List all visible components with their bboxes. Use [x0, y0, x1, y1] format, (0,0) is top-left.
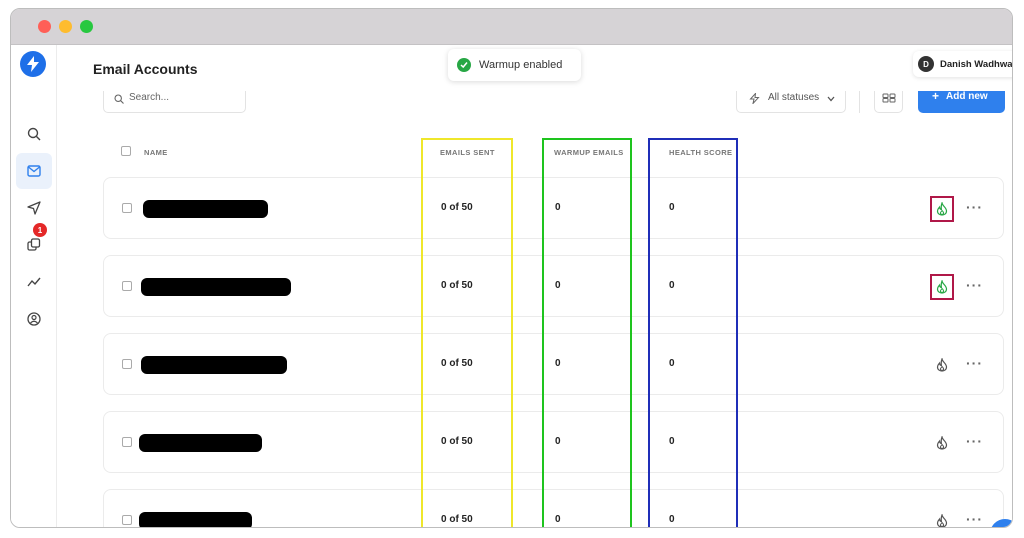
table-header: Name Emails Sent Warmup Emails Health Sc… [58, 141, 1012, 165]
copy-icon [27, 238, 41, 251]
maximize-window-button[interactable] [80, 20, 93, 33]
profile-icon [27, 312, 41, 326]
toast-message: Warmup enabled [479, 59, 563, 71]
toast-notification: Warmup enabled [448, 49, 581, 81]
table-row[interactable]: 0 of 50 0 0 ··· [103, 255, 1004, 317]
redacted-email [143, 200, 268, 218]
health-score-value: 0 [669, 436, 675, 447]
emails-sent-value: 0 of 50 [441, 202, 473, 213]
search-icon [27, 127, 41, 141]
health-score-value: 0 [669, 358, 675, 369]
row-checkbox[interactable] [122, 359, 132, 369]
warmup-emails-value: 0 [555, 514, 561, 525]
add-new-label: Add new [946, 91, 988, 102]
notification-badge: 1 [33, 223, 47, 237]
warmup-toggle-button[interactable] [930, 274, 954, 300]
sidebar-item-email-accounts[interactable] [16, 153, 52, 189]
sidebar-item-analytics[interactable] [21, 269, 47, 295]
redacted-email [141, 278, 291, 296]
page-title: Email Accounts [93, 61, 198, 77]
column-header-emails-sent[interactable]: Emails Sent [440, 148, 495, 157]
health-score-value: 0 [669, 514, 675, 525]
emails-sent-value: 0 of 50 [441, 358, 473, 369]
warmup-emails-value: 0 [555, 280, 561, 291]
close-window-button[interactable] [38, 20, 51, 33]
table-row[interactable]: 0 of 50 0 0 ··· [103, 489, 1004, 527]
column-header-name[interactable]: Name [144, 148, 168, 157]
redacted-email [139, 434, 262, 452]
column-header-health-score[interactable]: Health Score [669, 148, 732, 157]
flame-icon [936, 514, 948, 527]
app-logo[interactable] [20, 51, 46, 77]
user-menu[interactable]: D Danish Wadhwa [913, 51, 1013, 77]
emails-sent-value: 0 of 50 [441, 436, 473, 447]
warmup-emails-value: 0 [555, 358, 561, 369]
row-checkbox[interactable] [122, 437, 132, 447]
sidebar-item-profile[interactable] [21, 306, 47, 332]
lightning-icon [27, 56, 39, 72]
minimize-window-button[interactable] [59, 20, 72, 33]
send-icon [27, 201, 41, 215]
chevron-down-icon [827, 96, 835, 102]
status-filter-label: All statuses [768, 92, 820, 103]
health-score-value: 0 [669, 280, 675, 291]
sidebar-item-search[interactable] [21, 121, 47, 147]
title-bar [11, 9, 1012, 45]
emails-sent-value: 0 of 50 [441, 514, 473, 525]
user-name: Danish Wadhwa [940, 58, 1013, 70]
page-header: Email Accounts Warmup enabled D Danish W… [58, 45, 1013, 91]
warmup-toggle-button[interactable] [930, 430, 954, 456]
more-options-icon[interactable]: ··· [966, 199, 983, 215]
more-options-icon[interactable]: ··· [966, 277, 983, 293]
table-row[interactable]: 0 of 50 0 0 ··· [103, 177, 1004, 239]
main-content: Email Accounts Warmup enabled D Danish W… [58, 45, 1013, 527]
sidebar-item-campaigns[interactable] [21, 195, 47, 221]
warmup-toggle-button[interactable] [930, 508, 954, 527]
warmup-toggle-button[interactable] [930, 352, 954, 378]
warmup-emails-value: 0 [555, 436, 561, 447]
table-row[interactable]: 0 of 50 0 0 ··· [103, 333, 1004, 395]
redacted-email [141, 356, 287, 374]
app-window: 1 Email Accounts Warmup enabled D Danish… [10, 8, 1013, 528]
row-checkbox[interactable] [122, 281, 132, 291]
row-checkbox[interactable] [122, 515, 132, 525]
redacted-email [139, 512, 252, 527]
analytics-icon [27, 277, 41, 287]
search-icon [114, 94, 124, 104]
sidebar: 1 [11, 45, 57, 527]
emails-sent-value: 0 of 50 [441, 280, 473, 291]
select-all-checkbox[interactable] [121, 146, 131, 156]
column-header-warmup-emails[interactable]: Warmup Emails [554, 148, 624, 157]
row-checkbox[interactable] [122, 203, 132, 213]
flame-icon [936, 436, 948, 450]
flame-icon [936, 358, 948, 372]
warmup-emails-value: 0 [555, 202, 561, 213]
plus-icon: + [932, 89, 940, 103]
grid-icon [882, 93, 895, 103]
search-input[interactable] [129, 92, 239, 103]
avatar: D [918, 56, 934, 72]
mail-icon [27, 165, 41, 177]
more-options-icon[interactable]: ··· [966, 511, 983, 527]
check-icon [457, 58, 471, 72]
flame-icon [936, 280, 948, 294]
more-options-icon[interactable]: ··· [966, 355, 983, 371]
lightning-icon [749, 93, 760, 104]
health-score-value: 0 [669, 202, 675, 213]
warmup-toggle-button[interactable] [930, 196, 954, 222]
table-row[interactable]: 0 of 50 0 0 ··· [103, 411, 1004, 473]
flame-icon [936, 202, 948, 216]
more-options-icon[interactable]: ··· [966, 433, 983, 449]
